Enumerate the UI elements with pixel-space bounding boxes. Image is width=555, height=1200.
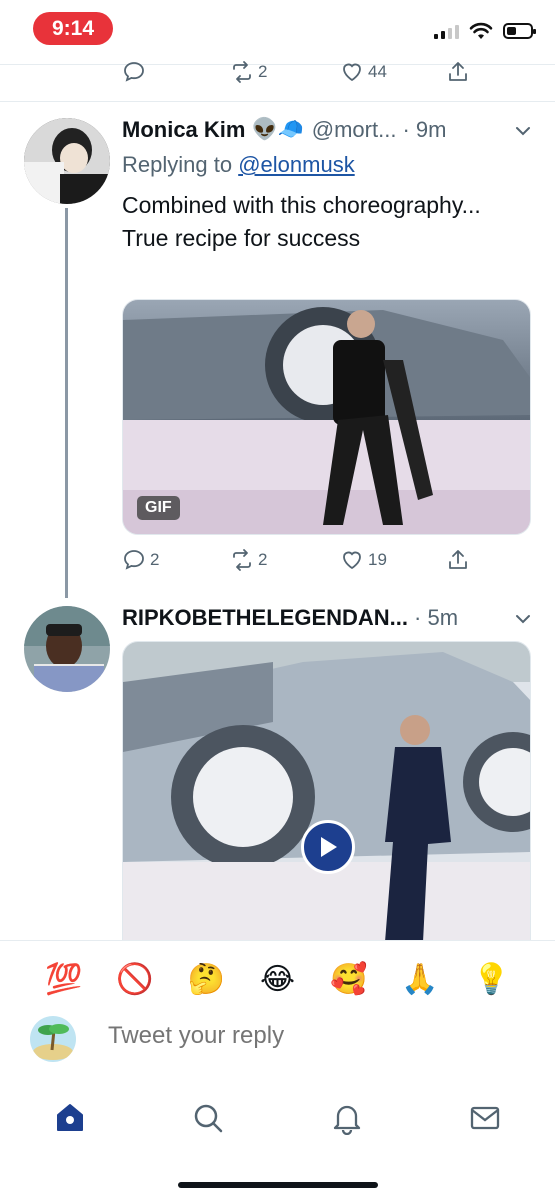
battery-icon: [503, 23, 536, 39]
display-name[interactable]: RIPKOBETHELEGENDAN...: [122, 605, 408, 631]
user-avatar[interactable]: [30, 1016, 76, 1062]
cellular-signal-icon: [434, 23, 459, 39]
tweet-header: Monica Kim 👽🧢 @mort... · 9m: [122, 115, 533, 145]
status-time[interactable]: 9:14: [33, 12, 113, 45]
share-icon: [449, 62, 467, 81]
emoji-quick-bar: 💯 🚫 🤔 😂 🥰 🙏 💡: [0, 942, 555, 1016]
tab-search[interactable]: [188, 1098, 228, 1138]
wifi-icon: [469, 22, 493, 39]
avatar-image: [24, 118, 110, 204]
thread-line: [65, 208, 68, 598]
previous-tweet-actions: 2 44: [122, 60, 472, 90]
name-emojis: 👽🧢: [251, 118, 304, 141]
gif-frame: [123, 300, 530, 534]
chevron-down-icon[interactable]: [513, 609, 533, 629]
reply-input[interactable]: [108, 1022, 508, 1050]
retweet-action[interactable]: 2: [230, 548, 267, 572]
reply-composer: [0, 1010, 555, 1070]
gif-badge: GIF: [137, 496, 180, 520]
like-count: 19: [368, 550, 387, 569]
mail-icon: [470, 1106, 500, 1130]
retweet-count: 2: [258, 550, 268, 569]
reply-count: 2: [150, 550, 160, 569]
tab-notifications[interactable]: [327, 1098, 367, 1138]
tab-bar: [0, 1078, 555, 1158]
reply-action[interactable]: [122, 60, 146, 84]
share-icon: [449, 550, 467, 569]
thinking-emoji-button[interactable]: 🤔: [186, 962, 226, 997]
share-action[interactable]: [446, 548, 470, 572]
replying-to-link[interactable]: @elonmusk: [238, 152, 355, 177]
avatar[interactable]: [24, 606, 110, 692]
play-button[interactable]: [301, 820, 355, 874]
retweet-icon: [233, 61, 251, 83]
tweet-media-video[interactable]: [122, 641, 531, 941]
home-icon: [57, 1104, 83, 1131]
tweet-header: RIPKOBETHELEGENDAN... · 5m: [122, 603, 533, 633]
tweet-time: · 9m: [402, 117, 447, 142]
play-icon: [321, 837, 337, 857]
tweet-media-gif[interactable]: GIF: [122, 299, 531, 535]
retweet-icon: [233, 549, 251, 571]
bulb-emoji-button[interactable]: 💡: [471, 962, 511, 997]
heart-icon: [343, 63, 361, 82]
replying-to-prefix: Replying to: [122, 152, 233, 177]
chevron-down-icon[interactable]: [513, 121, 533, 141]
tweet-time: · 5m: [414, 605, 459, 630]
home-indicator[interactable]: [178, 1182, 378, 1188]
like-action[interactable]: 19: [340, 548, 387, 572]
heart-icon: [343, 551, 361, 570]
tab-messages[interactable]: [465, 1098, 505, 1138]
replying-to: Replying to @elonmusk: [122, 152, 355, 178]
bell-icon: [333, 1105, 360, 1135]
divider: [0, 940, 555, 941]
pray-emoji-button[interactable]: 🙏: [400, 962, 440, 997]
avatar[interactable]: [24, 118, 110, 204]
prohibited-emoji-button[interactable]: 🚫: [115, 962, 155, 997]
joy-emoji-button[interactable]: 😂: [257, 962, 297, 997]
comment-icon: [124, 550, 144, 570]
avatar-image: [30, 1016, 76, 1062]
share-action[interactable]: [446, 60, 470, 84]
hundred-points-emoji-button[interactable]: 💯: [44, 962, 84, 997]
comment-icon: [124, 62, 144, 82]
status-bar: 9:14: [0, 0, 555, 62]
like-action[interactable]: 44: [340, 60, 387, 84]
divider: [0, 101, 555, 102]
like-count: 44: [368, 62, 387, 81]
retweet-action[interactable]: 2: [230, 60, 267, 84]
tab-home[interactable]: [50, 1098, 90, 1138]
tweet-text: Combined with this choreography... True …: [122, 192, 481, 251]
reply-action[interactable]: 2: [122, 548, 159, 572]
retweet-count: 2: [258, 62, 268, 81]
video-frame: [123, 642, 530, 940]
tweet-actions: 2 2 19: [122, 548, 472, 578]
status-icons: [434, 22, 536, 40]
avatar-image: [24, 606, 110, 692]
display-name[interactable]: Monica Kim: [122, 117, 245, 143]
handle[interactable]: @mort...: [312, 117, 397, 143]
search-icon: [195, 1104, 223, 1133]
hearts-face-emoji-button[interactable]: 🥰: [329, 962, 369, 997]
